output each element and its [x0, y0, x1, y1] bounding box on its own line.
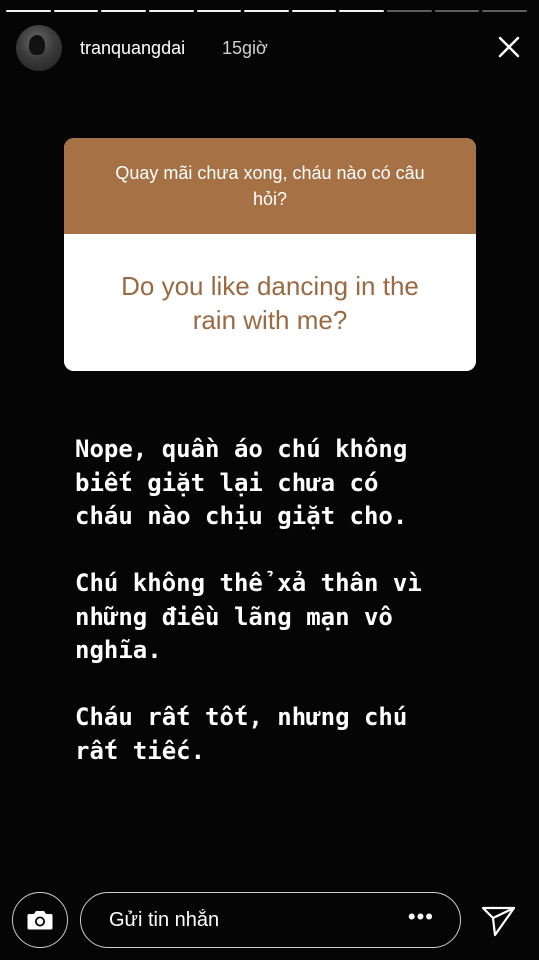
- camera-button[interactable]: [12, 892, 68, 948]
- story-progress-bar: [6, 10, 528, 12]
- progress-segment: [196, 10, 242, 12]
- question-sticker: Quay mãi chưa xong, cháu nào có câu hỏi?…: [64, 138, 476, 371]
- reply-paragraph-3: Cháu rất tốt, nhưng chú rất tiếc.: [75, 703, 408, 765]
- send-icon[interactable]: [481, 904, 517, 938]
- question-text: Do you like dancing in the rain with me?: [64, 234, 476, 371]
- reply-paragraph-2: Chú không thể xả thân vì những điều lãng…: [75, 569, 422, 664]
- story-header: tranquangdai 15giờ: [16, 25, 523, 73]
- message-input[interactable]: [107, 893, 391, 948]
- message-field[interactable]: •••: [80, 892, 461, 948]
- progress-segment: [482, 10, 528, 12]
- progress-segment: [6, 10, 51, 12]
- progress-segment: [387, 10, 432, 12]
- question-prompt: Quay mãi chưa xong, cháu nào có câu hỏi?: [64, 138, 476, 234]
- camera-icon: [27, 911, 53, 930]
- progress-segment: [339, 10, 385, 12]
- username[interactable]: tranquangdai: [80, 38, 185, 59]
- reply-paragraph-1: Nope, quần áo chú không biết giặt lại ch…: [75, 435, 408, 530]
- progress-segment: [53, 10, 99, 12]
- progress-segment: [291, 10, 337, 12]
- story-footer: •••: [0, 890, 539, 950]
- close-icon[interactable]: [497, 35, 521, 59]
- progress-segment: [434, 10, 480, 12]
- reply-text: Nope, quần áo chú không biết giặt lại ch…: [75, 433, 520, 802]
- post-time: 15giờ: [222, 38, 268, 58]
- more-options-icon[interactable]: •••: [408, 904, 434, 930]
- avatar[interactable]: [16, 25, 62, 71]
- progress-segment: [101, 10, 146, 12]
- progress-segment: [148, 10, 194, 12]
- progress-segment: [244, 10, 289, 12]
